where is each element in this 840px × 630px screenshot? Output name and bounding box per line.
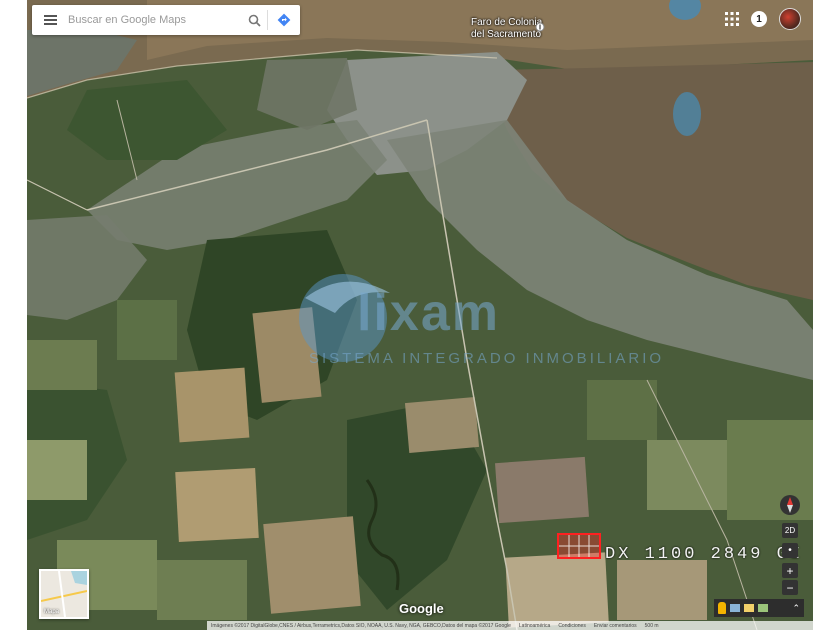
search-icon[interactable] xyxy=(241,5,267,35)
expand-chevron-icon[interactable]: ⌃ xyxy=(792,603,800,614)
search-box xyxy=(32,5,300,35)
pegman-icon[interactable] xyxy=(718,602,726,614)
highlighted-parcel[interactable] xyxy=(557,533,601,559)
faro-label-line2: del Sacramento xyxy=(471,29,542,40)
menu-icon[interactable] xyxy=(32,5,68,35)
avatar[interactable] xyxy=(779,8,801,30)
google-logo: Google xyxy=(399,601,444,616)
watermark-text: lixam xyxy=(357,284,500,342)
parcel-grid-icon xyxy=(559,535,599,557)
directions-icon[interactable] xyxy=(268,5,300,35)
lighthouse-pin-icon[interactable] xyxy=(535,22,545,32)
street-view-layers-bar[interactable]: ⌃ xyxy=(714,599,804,617)
apps-grid-icon[interactable] xyxy=(725,12,739,26)
minimap-label: Mapa xyxy=(44,609,60,615)
photo-layer-icon[interactable] xyxy=(730,604,740,612)
scale-label: 500 m xyxy=(644,622,659,629)
satellite-map[interactable]: 1 Faro de Colonia del Sacramento lixam S… xyxy=(27,0,813,630)
country-link[interactable]: Latinoamérica xyxy=(519,623,550,629)
search-input[interactable] xyxy=(68,6,241,34)
photo-layer-icon-2[interactable] xyxy=(744,604,754,612)
terms-link[interactable]: Condiciones xyxy=(558,623,586,629)
notifications-badge[interactable]: 1 xyxy=(751,11,767,27)
attribution-bar: Imágenes ©2017 DigitalGlobe,CNES / Airbu… xyxy=(207,621,813,630)
place-label-faro[interactable]: Faro de Colonia del Sacramento xyxy=(471,17,542,41)
zoom-in-button[interactable]: + xyxy=(782,563,798,578)
map-type-toggle[interactable]: Mapa xyxy=(39,569,89,619)
imagery-attribution: Imágenes ©2017 DigitalGlobe,CNES / Airbu… xyxy=(211,622,511,629)
photo-layer-icon-3[interactable] xyxy=(758,604,768,612)
zoom-out-button[interactable]: − xyxy=(782,580,798,595)
feedback-link[interactable]: Enviar comentarios xyxy=(594,623,637,629)
watermark-subtitle: SISTEMA INTEGRADO INMOBILIARIO xyxy=(309,350,665,367)
top-right-controls: 1 xyxy=(725,8,801,30)
compass-icon[interactable] xyxy=(779,494,801,516)
my-location-button[interactable]: • xyxy=(782,543,798,558)
listing-code: DX 1100 2849 GI xyxy=(605,545,804,564)
faro-label-line1: Faro de Colonia xyxy=(471,17,543,28)
tilt-2d-button[interactable]: 2D xyxy=(782,523,798,538)
